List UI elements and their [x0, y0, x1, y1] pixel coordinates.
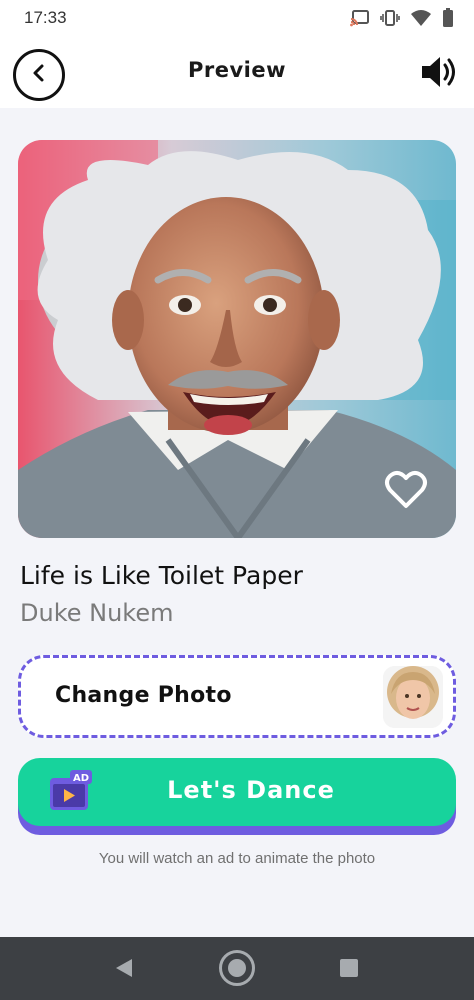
system-nav-bar [0, 937, 474, 1000]
app-bar: Preview [0, 36, 474, 108]
nav-home-icon[interactable] [219, 950, 255, 986]
ad-note: You will watch an ad to animate the phot… [98, 850, 376, 867]
nav-back-icon[interactable] [114, 957, 134, 983]
cast-icon [350, 9, 370, 27]
status-time: 17:33 [24, 8, 67, 27]
vibrate-icon [380, 9, 400, 27]
favorite-button[interactable] [384, 470, 428, 510]
speaker-icon [420, 57, 460, 94]
battery-icon [442, 8, 454, 28]
sound-button[interactable] [420, 54, 460, 90]
lets-dance-button[interactable]: AD Let's Dance [18, 758, 456, 826]
nav-recents-icon[interactable] [340, 959, 358, 977]
song-title: Life is Like Toilet Paper [20, 561, 303, 590]
wifi-icon [410, 9, 432, 27]
status-bar: 17:33 [0, 0, 474, 36]
status-icons [350, 8, 454, 28]
preview-image [18, 140, 456, 538]
change-photo-label: Change Photo [55, 683, 232, 708]
lets-dance-label: Let's Dance [167, 776, 335, 804]
song-artist: Duke Nukem [20, 599, 174, 627]
heart-outline-icon [384, 470, 428, 510]
page-title: Preview [187, 58, 287, 82]
change-photo-button[interactable]: Change Photo [18, 655, 456, 738]
selected-photo-thumbnail [383, 666, 443, 728]
